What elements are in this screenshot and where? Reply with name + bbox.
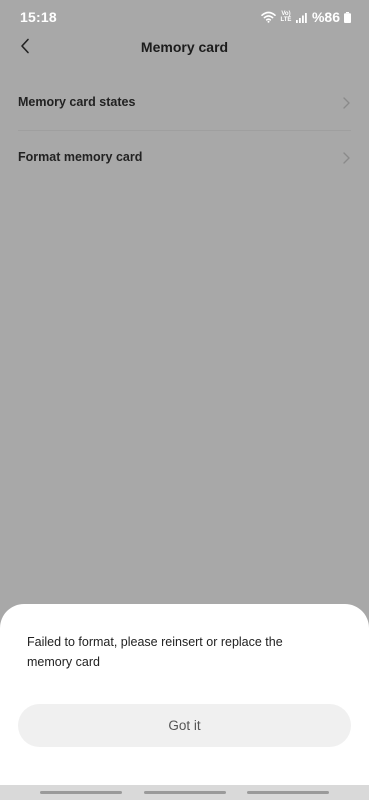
status-time: 15:18 — [20, 9, 57, 25]
status-icons: Vo) LTE %86 — [261, 8, 351, 26]
menu-item-label: Format memory card — [18, 150, 143, 164]
nav-home-handle[interactable] — [144, 791, 226, 794]
battery-percentage: %86 — [311, 9, 340, 25]
chevron-right-icon — [341, 96, 351, 110]
navigation-bar — [0, 785, 369, 800]
menu-item-format-memory-card[interactable]: Format memory card — [0, 131, 369, 185]
status-bar: 15:18 Vo) LTE %86 — [0, 0, 369, 34]
volte-icon: Vo) LTE — [280, 11, 292, 23]
menu-item-memory-card-states[interactable]: Memory card states — [0, 76, 369, 130]
chevron-right-icon — [341, 151, 351, 165]
screen: 15:18 Vo) LTE %86 Memory card Memory car… — [0, 0, 369, 800]
signal-icon — [295, 12, 308, 23]
menu-item-label: Memory card states — [18, 95, 136, 109]
error-bottom-sheet: Failed to format, please reinsert or rep… — [0, 604, 369, 800]
page-title: Memory card — [140, 39, 229, 55]
wifi-icon — [261, 11, 276, 23]
error-message: Failed to format, please reinsert or rep… — [27, 635, 283, 669]
got-it-button[interactable]: Got it — [18, 704, 351, 747]
nav-back-handle[interactable] — [247, 791, 329, 794]
app-header: Memory card — [0, 34, 369, 62]
nav-recents-handle[interactable] — [40, 791, 122, 794]
settings-list: Memory card states Format memory card — [0, 76, 369, 185]
battery-icon — [344, 11, 351, 23]
